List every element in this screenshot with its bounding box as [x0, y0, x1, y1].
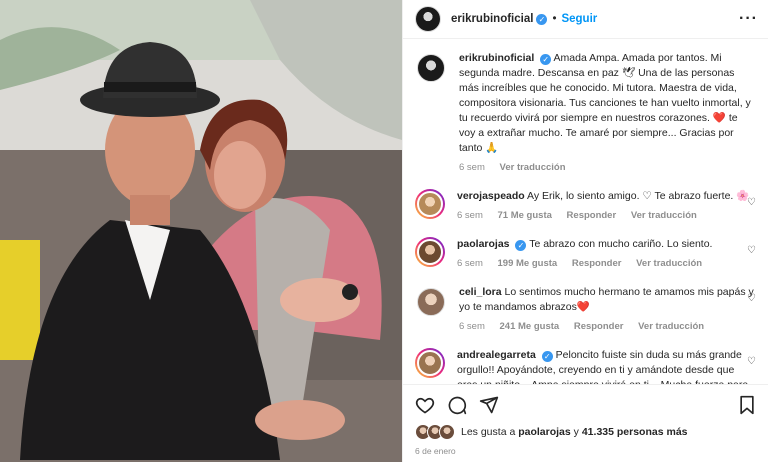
- author-avatar[interactable]: [415, 6, 441, 32]
- comment-likes[interactable]: 71 Me gusta: [498, 210, 552, 221]
- post-panel: erikrubinoficial ✓ • Seguir ··· erikrubi…: [402, 0, 768, 462]
- share-icon[interactable]: [479, 395, 499, 415]
- heart-icon[interactable]: [415, 395, 435, 415]
- commenter-avatar[interactable]: [417, 350, 443, 376]
- commenter-avatar[interactable]: [417, 191, 443, 217]
- heart-icon[interactable]: ♡: [747, 293, 756, 304]
- commenter-avatar[interactable]: [417, 288, 445, 316]
- heart-icon[interactable]: ♡: [747, 245, 756, 256]
- post-header: erikrubinoficial ✓ • Seguir ···: [403, 0, 768, 39]
- likes-user[interactable]: paolarojas: [518, 426, 571, 438]
- comment-likes[interactable]: 199 Me gusta: [498, 258, 558, 269]
- comment-time[interactable]: 6 sem: [457, 258, 483, 269]
- caption-translate-link[interactable]: Ver traducción: [500, 162, 566, 173]
- liker-avatar: [439, 424, 455, 440]
- action-bar: [403, 384, 768, 425]
- caption-username[interactable]: erikrubinoficial: [459, 52, 534, 64]
- likes-prefix: Les gusta a: [461, 426, 516, 438]
- author-username[interactable]: erikrubinoficial: [451, 13, 533, 25]
- comment-item: verojaspeado Ay Erik, lo siento amigo. ♡…: [415, 189, 758, 223]
- comment-item: andrealegarreta ✓ Peloncito fuiste sin d…: [415, 348, 758, 384]
- caption: erikrubinoficial ✓ Amada Ampa. Amada por…: [415, 51, 758, 175]
- likes-connector: y: [573, 426, 579, 438]
- translate-link[interactable]: Ver traducción: [636, 258, 702, 269]
- heart-icon[interactable]: ♡: [747, 197, 756, 208]
- caption-text: Amada Ampa. Amada por tantos. Mi segunda…: [459, 52, 751, 154]
- separator-dot: •: [552, 13, 557, 25]
- comment-username[interactable]: paolarojas: [457, 238, 510, 250]
- comment-text: Te abrazo con mucho cariño. Lo siento.: [529, 238, 713, 250]
- likes-summary[interactable]: Les gusta a paolarojas y 41.335 personas…: [415, 424, 688, 440]
- reply-button[interactable]: Responder: [574, 321, 624, 332]
- more-options-icon[interactable]: ···: [739, 10, 758, 28]
- comments-list[interactable]: erikrubinoficial ✓ Amada Ampa. Amada por…: [403, 39, 768, 384]
- post-photo-illustration: [0, 0, 402, 462]
- liker-avatars: [415, 424, 455, 440]
- comment-item: paolarojas ✓ Te abrazo con mucho cariño.…: [415, 237, 758, 271]
- comment-item: celi_lora Lo sentimos mucho hermano te a…: [415, 285, 758, 334]
- reply-button[interactable]: Responder: [572, 258, 622, 269]
- comment-time[interactable]: 6 sem: [457, 210, 483, 221]
- post-photo: [0, 0, 402, 462]
- comment-username[interactable]: andrealegarreta: [457, 349, 536, 361]
- comment-text: Lo sentimos mucho hermano te amamos mis …: [459, 286, 754, 313]
- verified-icon: ✓: [540, 54, 552, 65]
- heart-icon[interactable]: ♡: [747, 356, 756, 367]
- translate-link[interactable]: Ver traducción: [631, 210, 697, 221]
- verified-icon: ✓: [515, 240, 527, 251]
- verified-icon: ✓: [541, 351, 553, 362]
- comment-icon[interactable]: [447, 395, 467, 415]
- comment-text: Ay Erik, lo siento amigo. ♡ Te abrazo fu…: [527, 190, 750, 202]
- commenter-avatar[interactable]: [417, 239, 443, 265]
- translate-link[interactable]: Ver traducción: [638, 321, 704, 332]
- comment-username[interactable]: verojaspeado: [457, 190, 525, 202]
- likes-count[interactable]: 41.335 personas más: [582, 426, 688, 438]
- bookmark-icon[interactable]: [738, 395, 756, 415]
- comment-username[interactable]: celi_lora: [459, 286, 502, 298]
- post-date[interactable]: 6 de enero: [415, 446, 456, 456]
- comment-likes[interactable]: 241 Me gusta: [500, 321, 560, 332]
- follow-button[interactable]: Seguir: [561, 13, 597, 25]
- caption-time[interactable]: 6 sem: [459, 162, 485, 173]
- comment-time[interactable]: 6 sem: [459, 321, 485, 332]
- verified-icon: ✓: [536, 13, 548, 25]
- caption-avatar[interactable]: [417, 54, 445, 82]
- reply-button[interactable]: Responder: [567, 210, 617, 221]
